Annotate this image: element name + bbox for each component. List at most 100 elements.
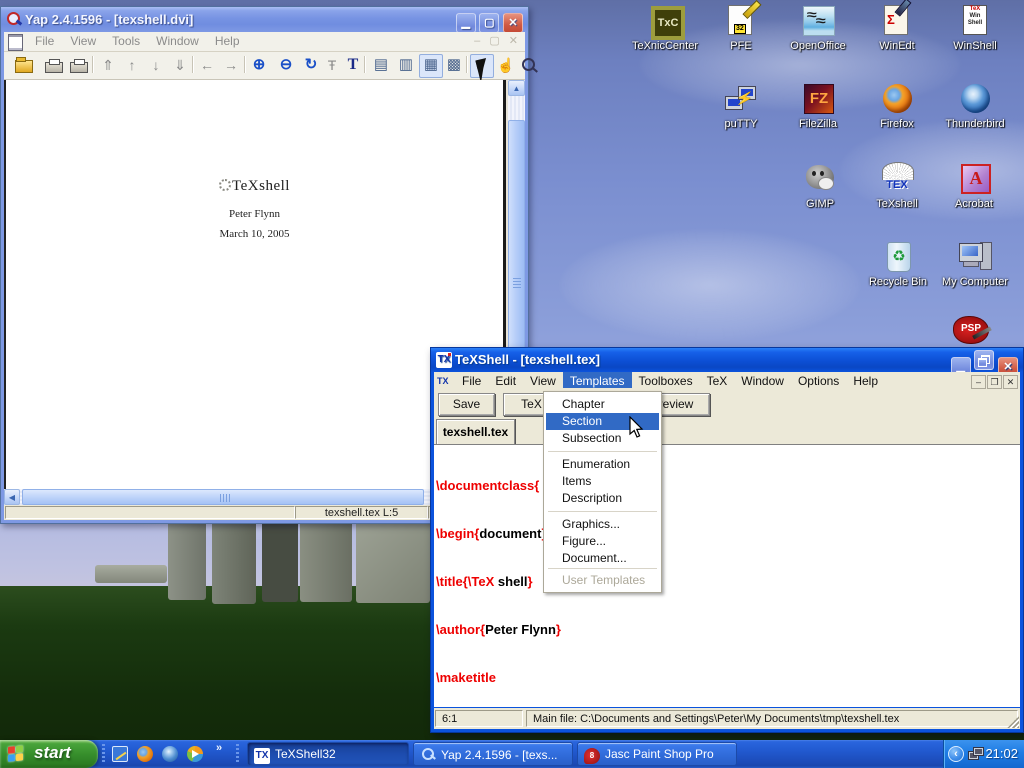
maximize-button[interactable]: ▢ xyxy=(479,13,499,33)
forward-icon[interactable]: → xyxy=(220,54,242,76)
editor-text-area[interactable]: \documentclass{ \begin{document} \title{… xyxy=(434,444,1020,707)
scroll-left-button[interactable]: ◀ xyxy=(4,489,20,505)
taskbar-button-paint-shop-pro[interactable]: 8Jasc Paint Shop Pro xyxy=(577,742,737,766)
texshell-app-icon: TX xyxy=(436,352,452,368)
icon-label: WinEdt xyxy=(858,40,936,52)
desktop-icon-texniccenter[interactable]: TxC TeXnicCenter xyxy=(626,4,704,52)
tab-texshell-tex[interactable]: texshell.tex xyxy=(436,419,515,445)
menu-help[interactable]: Help xyxy=(207,32,248,48)
openoffice-icon: ≈≈ xyxy=(801,4,835,38)
magnifying-glass-tool-icon[interactable] xyxy=(517,54,539,76)
menu-window[interactable]: Window xyxy=(148,32,207,48)
text-tool-icon[interactable]: T xyxy=(342,54,364,76)
desktop-icon-recycle-bin[interactable]: ♻ Recycle Bin xyxy=(859,240,937,288)
desktop-icon-my-computer[interactable]: My Computer xyxy=(936,240,1014,288)
desktop-icon-filezilla[interactable]: FZ FileZilla xyxy=(779,82,857,130)
menu-tools[interactable]: Tools xyxy=(104,32,148,48)
desktop-icon-paint-shop-pro[interactable]: PSP xyxy=(948,316,992,346)
yap-title-bar[interactable]: Yap 2.4.1596 - [texshell.dvi] ▁ ▢ ✕ xyxy=(1,7,528,32)
editor-line: \begin{document} xyxy=(436,526,1020,542)
desktop-icon-gimp[interactable]: GIMP xyxy=(781,162,859,210)
show-desktop-icon[interactable] xyxy=(112,746,128,762)
menu-item-figure[interactable]: Figure... xyxy=(546,533,659,550)
dvi-document-icon[interactable] xyxy=(8,34,23,51)
zoom-in-icon[interactable]: ⊕ xyxy=(248,54,270,76)
quick-launch-overflow-chevron[interactable]: » xyxy=(216,742,222,754)
resize-grip[interactable] xyxy=(1007,716,1019,728)
print-icon[interactable] xyxy=(42,54,64,76)
menu-window[interactable]: Window xyxy=(734,372,791,388)
first-page-icon[interactable]: ⇑ xyxy=(97,54,119,76)
horizontal-scroll-thumb[interactable] xyxy=(22,489,424,505)
firefox-quicklaunch-icon[interactable] xyxy=(137,746,153,762)
hand-tool-icon[interactable]: ☝ xyxy=(495,54,517,76)
mdi-window-controls[interactable]: –❐✕ xyxy=(970,374,1018,389)
menu-file[interactable]: File xyxy=(455,372,488,388)
start-button[interactable]: start xyxy=(0,740,98,768)
desktop-icon-pfe[interactable]: 32 PFE xyxy=(702,4,780,52)
icon-label: Thunderbird xyxy=(936,118,1014,130)
desktop-icon-winedt[interactable]: Σ WinEdt xyxy=(858,4,936,52)
menu-toolboxes[interactable]: Toolboxes xyxy=(632,372,700,388)
previous-page-icon[interactable]: ↑ xyxy=(121,54,143,76)
menu-help[interactable]: Help xyxy=(846,372,885,388)
stonehenge-stone xyxy=(168,512,206,600)
desktop-icon-openoffice[interactable]: ≈≈ OpenOffice xyxy=(779,4,857,52)
next-page-icon[interactable]: ↓ xyxy=(145,54,167,76)
last-page-icon[interactable]: ⇓ xyxy=(169,54,191,76)
save-button[interactable]: Save xyxy=(438,393,495,416)
ruler-tool-icon[interactable]: Ŧ xyxy=(321,54,343,76)
pfe-icon: 32 xyxy=(724,4,758,38)
menu-file[interactable]: File xyxy=(27,32,62,48)
taskbar-button-yap[interactable]: Yap 2.4.1596 - [texs... xyxy=(413,742,573,766)
back-icon[interactable]: ← xyxy=(196,54,218,76)
menu-templates[interactable]: Templates xyxy=(563,372,632,388)
scroll-up-button[interactable]: ▲ xyxy=(508,80,525,96)
minimize-button[interactable]: ▁ xyxy=(456,13,476,33)
hide-icons-chevron-icon[interactable]: ‹ xyxy=(948,746,964,762)
desktop-icon-texshell[interactable]: TEX TeXshell xyxy=(858,162,936,210)
cursor-position-status: 6:1 xyxy=(435,710,523,727)
mdi-restore-icon: ❐ xyxy=(987,375,1002,389)
continuous-two-page-view-icon[interactable]: ▩ xyxy=(443,54,465,76)
texshell-doc-icon: TX xyxy=(437,374,452,388)
icon-label: GIMP xyxy=(781,198,859,210)
menu-options[interactable]: Options xyxy=(791,372,846,388)
menu-item-description[interactable]: Description xyxy=(546,490,659,507)
acrobat-icon: A xyxy=(957,162,991,196)
desktop-icon-winshell[interactable]: TeXWinShell WinShell xyxy=(936,4,1014,52)
taskbar-button-texshell32[interactable]: TXTeXShell32 xyxy=(247,742,409,766)
two-page-view-icon[interactable]: ▥ xyxy=(395,54,417,76)
menu-tex[interactable]: TeX xyxy=(700,372,735,388)
redraw-icon[interactable]: ↻ xyxy=(300,54,322,76)
menu-item-graphics[interactable]: Graphics... xyxy=(546,516,659,533)
menu-item-chapter[interactable]: Chapter xyxy=(546,396,659,413)
texshell-window: TX TeXShell - [texshell.tex] ▁ ✕ –❐✕ TXF… xyxy=(430,347,1024,733)
menu-view[interactable]: View xyxy=(523,372,563,388)
desktop-icon-acrobat[interactable]: A Acrobat xyxy=(935,162,1013,210)
menu-edit[interactable]: Edit xyxy=(488,372,523,388)
thunderbird-quicklaunch-icon[interactable] xyxy=(162,746,178,762)
single-page-view-icon[interactable]: ▤ xyxy=(370,54,392,76)
desktop-icon-thunderbird[interactable]: Thunderbird xyxy=(936,82,1014,130)
open-file-icon[interactable] xyxy=(12,54,34,76)
desktop-icon-putty[interactable]: ⚡ puTTY xyxy=(702,82,780,130)
system-tray: ‹ 21:02 xyxy=(943,740,1024,768)
close-button[interactable]: ✕ xyxy=(503,13,523,33)
desktop-icon-firefox[interactable]: Firefox xyxy=(858,82,936,130)
restore-button[interactable] xyxy=(974,350,994,370)
select-tool-icon[interactable] xyxy=(470,54,494,78)
texshell-title-bar[interactable]: TX TeXShell - [texshell.tex] ▁ ✕ xyxy=(431,348,1023,372)
taskbar-clock[interactable]: 21:02 xyxy=(985,740,1018,768)
menu-item-enumeration[interactable]: Enumeration xyxy=(546,456,659,473)
menu-view[interactable]: View xyxy=(62,32,104,48)
menu-item-items[interactable]: Items xyxy=(546,473,659,490)
zoom-out-icon[interactable]: ⊖ xyxy=(275,54,297,76)
network-tray-icon[interactable] xyxy=(968,747,984,761)
media-player-quicklaunch-icon[interactable] xyxy=(187,746,203,762)
print-page-icon[interactable] xyxy=(67,54,89,76)
menu-item-document[interactable]: Document... xyxy=(546,550,659,567)
continuous-view-icon[interactable]: ▦ xyxy=(419,54,443,78)
editor-line: \documentclass{ xyxy=(436,478,1020,494)
icon-label: TeXshell xyxy=(858,198,936,210)
